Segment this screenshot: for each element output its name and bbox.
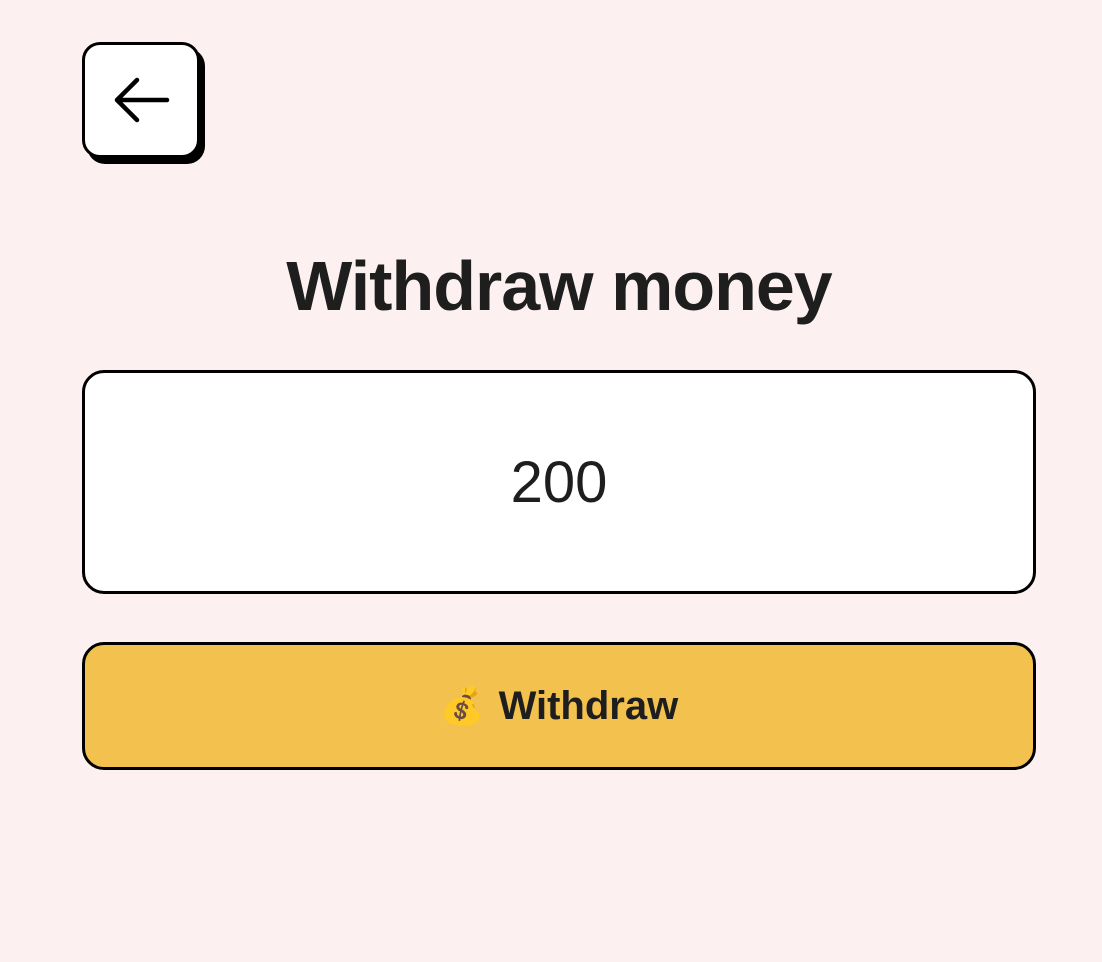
arrow-left-icon: [114, 77, 170, 123]
withdraw-button[interactable]: 💰 Withdraw: [82, 642, 1036, 770]
withdraw-button-label: Withdraw: [498, 683, 679, 728]
amount-field[interactable]: [82, 370, 1036, 594]
money-bag-icon: 💰: [439, 685, 485, 726]
amount-input[interactable]: [85, 448, 1033, 516]
back-button[interactable]: [82, 42, 200, 158]
page-title: Withdraw money: [286, 247, 832, 325]
